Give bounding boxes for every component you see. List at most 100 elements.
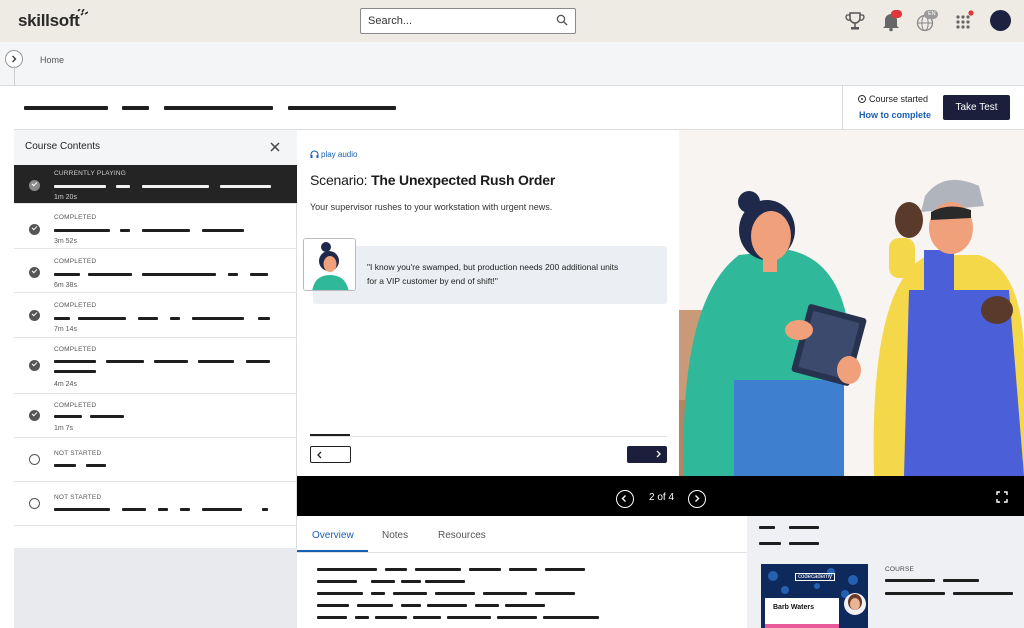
lesson-title-redacted (246, 360, 270, 363)
next-slide-button[interactable] (627, 446, 667, 463)
related-course-title-redacted (953, 592, 1013, 595)
overview-text-redacted (317, 592, 363, 595)
related-heading-redacted (789, 526, 819, 529)
overview-text-redacted (505, 604, 545, 607)
lesson-item[interactable]: NOT STARTED (14, 482, 297, 526)
lesson-title-redacted (106, 360, 144, 363)
notification-bell-icon[interactable] (880, 10, 902, 32)
overview-text-redacted (413, 616, 441, 619)
overview-text-redacted (447, 616, 491, 619)
lesson-item[interactable]: NOT STARTED (14, 438, 297, 482)
lesson-status: CURRENTLY PLAYING (54, 170, 127, 177)
course-tabs-panel: Overview Notes Resources (297, 516, 747, 628)
lesson-item[interactable]: COMPLETED 6m 38s (14, 249, 297, 293)
status-indicator-icon (858, 95, 866, 103)
lesson-title-redacted (258, 317, 270, 320)
lesson-title-redacted (202, 508, 242, 511)
lesson-title-redacted (192, 317, 244, 320)
lesson-title-redacted (54, 415, 82, 418)
course-title-redacted (164, 106, 273, 110)
course-title-redacted (288, 106, 396, 110)
lesson-title-redacted (88, 273, 132, 276)
lesson-title-redacted (54, 464, 76, 467)
lesson-title-redacted (142, 185, 209, 188)
lesson-title-redacted (78, 317, 126, 320)
fullscreen-icon[interactable] (996, 491, 1008, 503)
overview-text-redacted (317, 616, 347, 619)
course-status-text: Course started (869, 94, 929, 104)
overview-text-redacted (545, 568, 585, 571)
overview-text-redacted (509, 568, 537, 571)
overview-text-redacted (475, 604, 499, 607)
tab-resources[interactable]: Resources (438, 530, 486, 541)
lesson-item[interactable]: CURRENTLY PLAYING 1m 20s (14, 165, 297, 204)
lesson-title-redacted (54, 273, 80, 276)
overview-text-redacted (317, 604, 349, 607)
lesson-title-redacted (122, 508, 146, 511)
lesson-duration: 1m 20s (54, 194, 77, 201)
slide-content: play audio Scenario: The Unexpected Rush… (297, 130, 679, 476)
related-course-title-redacted (885, 592, 945, 595)
overview-text-redacted (371, 580, 395, 583)
scenario-illustration (679, 130, 1024, 476)
overview-text-redacted (317, 568, 377, 571)
breadcrumb-home[interactable]: Home (40, 55, 64, 65)
how-to-complete-link[interactable]: How to complete (859, 110, 931, 120)
play-audio-button[interactable]: play audio (310, 150, 357, 159)
lesson-title-redacted (138, 317, 158, 320)
close-icon[interactable] (268, 140, 282, 154)
trophy-icon[interactable] (844, 10, 866, 32)
related-heading-redacted (759, 526, 775, 529)
search-icon[interactable] (556, 14, 568, 26)
lesson-item[interactable]: COMPLETED 1m 7s (14, 394, 297, 438)
lesson-duration: 7m 14s (54, 326, 77, 333)
take-test-button[interactable]: Take Test (943, 95, 1010, 120)
overview-text-redacted (393, 592, 427, 595)
empty-circle-icon (29, 498, 40, 509)
lesson-item[interactable]: COMPLETED 3m 52s (14, 204, 297, 249)
tabs-divider (297, 552, 747, 553)
related-course-thumbnail[interactable]: codecademy Barb Waters (761, 564, 868, 628)
overview-text-redacted (543, 616, 599, 619)
related-content-panel: codecademy Barb Waters COURSE (747, 516, 1024, 628)
check-circle-icon (29, 310, 40, 321)
sidebar-header: Course Contents (14, 130, 297, 165)
chevron-right-icon (695, 495, 700, 502)
lesson-item[interactable]: COMPLETED 7m 14s (14, 293, 297, 338)
apps-grid-icon[interactable] (953, 10, 975, 32)
scenario-title: Scenario: The Unexpected Rush Order (310, 172, 555, 188)
lesson-title-redacted (198, 360, 234, 363)
lesson-title-redacted (228, 273, 238, 276)
lesson-title-redacted (116, 185, 130, 188)
overview-text-redacted (535, 592, 575, 595)
lesson-duration: 6m 38s (54, 282, 77, 289)
lesson-item[interactable]: COMPLETED 4m 24s (14, 338, 297, 394)
overview-text-redacted (497, 616, 537, 619)
overview-text-redacted (317, 580, 357, 583)
chevron-right-icon (12, 55, 17, 63)
supervisor-avatar (303, 238, 356, 291)
slide-divider (310, 436, 667, 437)
thumbnail-instructor-name: Barb Waters (773, 604, 814, 611)
search-box[interactable] (360, 8, 576, 34)
logo-spark-icon (77, 9, 88, 16)
lesson-status: NOT STARTED (54, 494, 102, 501)
skillsoft-logo[interactable]: skillsoft (18, 11, 80, 31)
previous-slide-button[interactable] (310, 446, 351, 463)
lesson-title-redacted (54, 360, 96, 363)
thumbnail-brand: codecademy (795, 573, 836, 581)
tab-notes[interactable]: Notes (382, 530, 408, 541)
check-circle-icon (29, 267, 40, 278)
header-divider (842, 86, 843, 130)
next-page-button[interactable] (688, 490, 706, 508)
chevron-left-icon (317, 451, 322, 459)
check-circle-icon (29, 224, 40, 235)
page-indicator: 2 of 4 (649, 492, 675, 503)
previous-page-button[interactable] (616, 490, 634, 508)
supervisor-portrait-icon (304, 239, 355, 290)
lesson-title-redacted (142, 229, 190, 232)
tab-overview[interactable]: Overview (312, 530, 354, 541)
search-input[interactable] (368, 13, 548, 29)
scenario-name: The Unexpected Rush Order (371, 172, 556, 188)
user-avatar[interactable] (990, 10, 1011, 31)
